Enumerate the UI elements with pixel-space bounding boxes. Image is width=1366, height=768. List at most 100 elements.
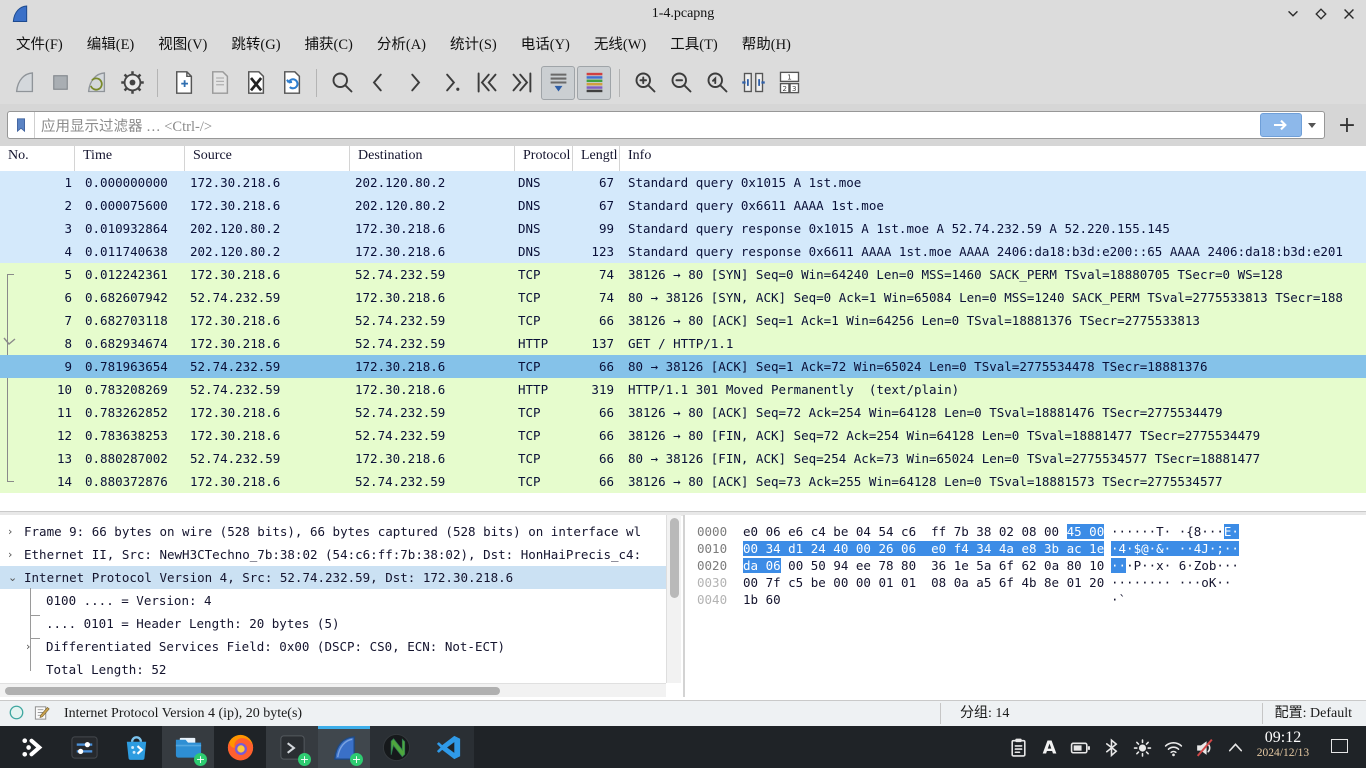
expander-icon[interactable]: ›	[8, 520, 12, 543]
column-header-info[interactable]: Info	[620, 146, 1366, 171]
packet-row[interactable]: 10.000000000172.30.218.6202.120.80.2DNS6…	[0, 171, 1366, 194]
taskbar-app-terminal[interactable]: +	[266, 726, 318, 768]
detail-line[interactable]: Total Length: 52	[0, 658, 666, 681]
close-icon[interactable]	[1340, 5, 1358, 23]
input-method-icon[interactable]: A	[1038, 736, 1060, 758]
menu-item[interactable]: 捕获(C)	[293, 32, 365, 58]
taskbar-app-neovim[interactable]	[370, 726, 422, 768]
details-horizontal-scrollbar[interactable]	[0, 683, 666, 697]
packet-row[interactable]: 60.68260794252.74.232.59172.30.218.6TCP7…	[0, 286, 1366, 309]
maximize-icon[interactable]	[1312, 5, 1330, 23]
auto-scroll-button[interactable]	[541, 66, 575, 100]
colorize-button[interactable]	[577, 66, 611, 100]
open-file-button[interactable]	[166, 66, 200, 100]
packet-row[interactable]: 50.012242361172.30.218.652.74.232.59TCP7…	[0, 263, 1366, 286]
chevron-up-icon[interactable]	[1224, 736, 1246, 758]
hex-row[interactable]: 0000e0 06 e6 c4 be 04 54 c6 ff 7b 38 02 …	[697, 523, 1239, 540]
menu-item[interactable]: 无线(W)	[582, 32, 658, 58]
zoom-in-button[interactable]	[628, 66, 662, 100]
stop-capture-button[interactable]	[43, 66, 77, 100]
filter-apply-button[interactable]	[1260, 113, 1302, 137]
menu-item[interactable]: 编辑(E)	[75, 32, 147, 58]
last-packet-button[interactable]	[505, 66, 539, 100]
detail-line[interactable]: Differentiated Services Field: 0x00 (DSC…	[0, 635, 666, 658]
brightness-icon[interactable]	[1131, 736, 1153, 758]
hex-row[interactable]: 00401b 60·`	[697, 591, 1126, 608]
packet-row[interactable]: 140.880372876172.30.218.652.74.232.59TCP…	[0, 470, 1366, 493]
resize-columns-button[interactable]	[736, 66, 770, 100]
scrollbar-thumb[interactable]	[670, 518, 679, 598]
taskbar-app-app-launcher[interactable]	[6, 726, 58, 768]
hex-row[interactable]: 001000 34 d1 24 40 00 26 06 e0 f4 34 4a …	[697, 540, 1239, 557]
capture-options-button[interactable]	[115, 66, 149, 100]
taskbar-app-firefox[interactable]	[214, 726, 266, 768]
battery-icon[interactable]	[1069, 736, 1091, 758]
taskbar-clock[interactable]: 09:12 2024/12/13	[1248, 729, 1318, 760]
taskbar-app-app-store[interactable]	[110, 726, 162, 768]
column-header-lengtl[interactable]: Lengtl	[573, 146, 620, 171]
packet-row[interactable]: 30.010932864202.120.80.2172.30.218.6DNS9…	[0, 217, 1366, 240]
previous-packet-button[interactable]	[361, 66, 395, 100]
shade-icon[interactable]	[1284, 5, 1302, 23]
capture-comment-icon[interactable]	[33, 704, 50, 726]
save-file-button[interactable]	[202, 66, 236, 100]
packet-row[interactable]: 90.78196365452.74.232.59172.30.218.6TCP6…	[0, 355, 1366, 378]
packet-row[interactable]: 70.682703118172.30.218.652.74.232.59TCP6…	[0, 309, 1366, 332]
bluetooth-icon[interactable]	[1100, 736, 1122, 758]
expander-icon[interactable]: ›	[8, 543, 12, 566]
packet-row[interactable]: 130.88028700252.74.232.59172.30.218.6TCP…	[0, 447, 1366, 470]
next-packet-button[interactable]	[397, 66, 431, 100]
packet-row[interactable]: 20.000075600172.30.218.6202.120.80.2DNS6…	[0, 194, 1366, 217]
expert-info-icon[interactable]	[8, 704, 25, 726]
status-profile[interactable]: 配置: Default	[1275, 701, 1352, 726]
detail-line[interactable]: 0100 .... = Version: 4	[0, 589, 666, 612]
menu-item[interactable]: 文件(F)	[4, 32, 75, 58]
menu-item[interactable]: 分析(A)	[365, 32, 438, 58]
menu-item[interactable]: 工具(T)	[658, 32, 730, 58]
column-header-source[interactable]: Source	[185, 146, 350, 171]
scrollbar-thumb[interactable]	[5, 687, 500, 695]
details-vertical-scrollbar[interactable]	[666, 515, 681, 683]
display-filter-input[interactable]: 应用显示过滤器 … <Ctrl-/>	[7, 111, 1325, 139]
packet-row[interactable]: 40.011740638202.120.80.2172.30.218.6DNS1…	[0, 240, 1366, 263]
zoom-out-button[interactable]	[664, 66, 698, 100]
detail-line[interactable]: .... 0101 = Header Length: 20 bytes (5)	[0, 612, 666, 635]
detail-line[interactable]: Frame 9: 66 bytes on wire (528 bits), 66…	[0, 520, 666, 543]
menu-item[interactable]: 视图(V)	[146, 32, 219, 58]
menu-item[interactable]: 跳转(G)	[219, 32, 292, 58]
column-header-no[interactable]: No.	[0, 146, 75, 171]
detail-line[interactable]: Ethernet II, Src: NewH3CTechno_7b:38:02 …	[0, 543, 666, 566]
restart-capture-button[interactable]	[79, 66, 113, 100]
first-packet-button[interactable]	[469, 66, 503, 100]
column-header-protocol[interactable]: Protocol	[515, 146, 573, 171]
goto-packet-button[interactable]	[433, 66, 467, 100]
clipboard-icon[interactable]	[1007, 736, 1029, 758]
expander-icon[interactable]: ⌄	[8, 566, 17, 589]
layout-button[interactable]: 123	[772, 66, 806, 100]
find-packet-button[interactable]	[325, 66, 359, 100]
hex-row[interactable]: 003000 7f c5 be 00 00 01 01 08 0a a5 6f …	[697, 574, 1239, 591]
packet-row[interactable]: 120.783638253172.30.218.652.74.232.59TCP…	[0, 424, 1366, 447]
packet-row[interactable]: 100.78320826952.74.232.59172.30.218.6HTT…	[0, 378, 1366, 401]
column-header-destination[interactable]: Destination	[350, 146, 515, 171]
filter-bookmark-icon[interactable]	[8, 112, 35, 138]
wifi-icon[interactable]	[1162, 736, 1184, 758]
taskbar-app-settings[interactable]	[58, 726, 110, 768]
zoom-reset-button[interactable]	[700, 66, 734, 100]
menu-item[interactable]: 统计(S)	[438, 32, 509, 58]
start-capture-button[interactable]	[7, 66, 41, 100]
hex-row[interactable]: 0020da 06 00 50 94 ee 78 80 36 1e 5a 6f …	[697, 557, 1239, 574]
detail-line[interactable]: Internet Protocol Version 4, Src: 52.74.…	[0, 566, 666, 589]
taskbar-app-vscode[interactable]	[422, 726, 474, 768]
close-file-button[interactable]	[238, 66, 272, 100]
menu-item[interactable]: 帮助(H)	[730, 32, 803, 58]
packet-row[interactable]: 80.682934674172.30.218.652.74.232.59HTTP…	[0, 332, 1366, 355]
taskbar-app-wireshark[interactable]: +	[318, 726, 370, 768]
menu-item[interactable]: 电话(Y)	[509, 32, 582, 58]
taskbar-app-file-manager[interactable]: +	[162, 726, 214, 768]
reload-file-button[interactable]	[274, 66, 308, 100]
column-header-time[interactable]: Time	[75, 146, 185, 171]
filter-dropdown-caret-icon[interactable]	[1308, 123, 1316, 128]
show-desktop-button[interactable]	[1331, 739, 1348, 753]
packet-row[interactable]: 110.783262852172.30.218.652.74.232.59TCP…	[0, 401, 1366, 424]
